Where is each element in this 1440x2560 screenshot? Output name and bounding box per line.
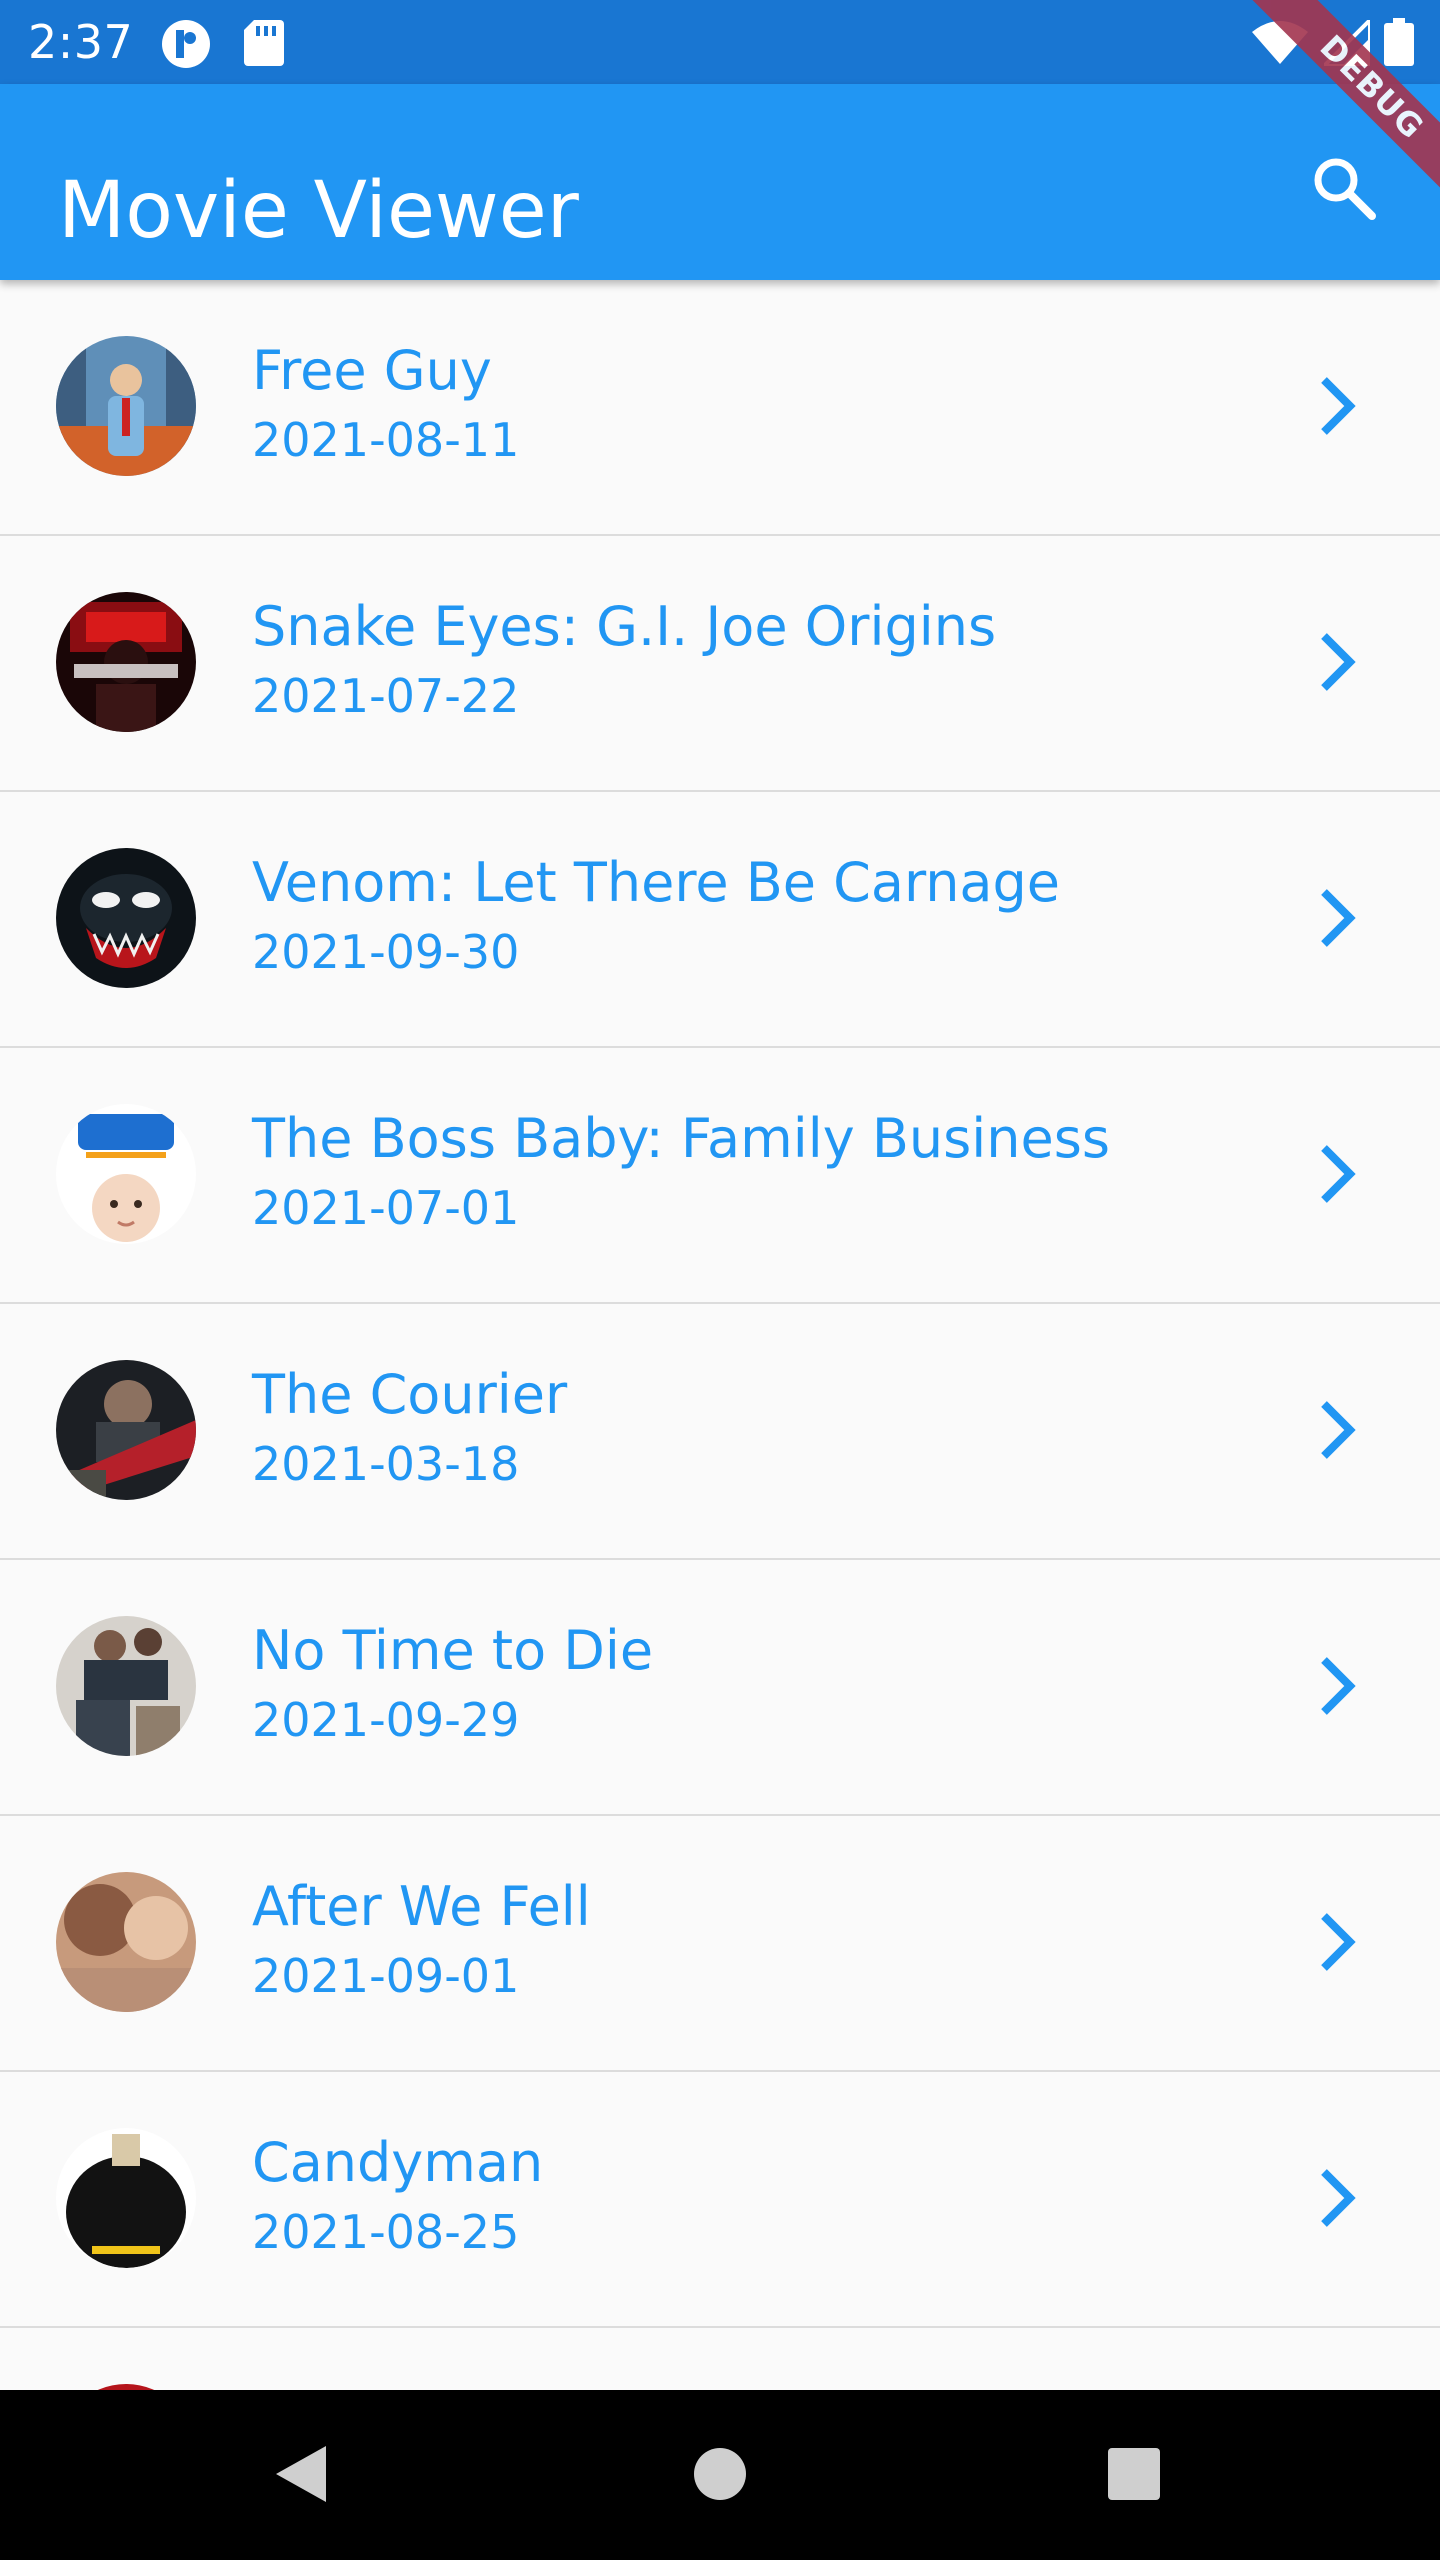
page-title: Movie Viewer <box>58 166 579 256</box>
movie-title: Snake Eyes: G.I. Joe Origins <box>252 595 997 658</box>
list-item[interactable]: No Time to Die 2021-09-29 <box>0 1560 1440 1816</box>
chevron-right-icon <box>1321 889 1356 947</box>
movie-title: No Time to Die <box>252 1619 654 1682</box>
search-button[interactable] <box>1296 140 1392 236</box>
nav-recents-button[interactable] <box>1094 2434 1174 2514</box>
search-icon <box>1314 158 1376 220</box>
movie-list: Free Guy 2021-08-11 Snake Eyes: G.I. Joe… <box>0 280 1440 2390</box>
app-notification-icon <box>162 20 210 68</box>
movie-poster-avatar <box>56 1872 196 2012</box>
list-item[interactable]: Candyman 2021-08-25 <box>0 2072 1440 2328</box>
chevron-right-icon <box>1321 1401 1356 1459</box>
movie-release-date: 2021-09-30 <box>252 925 520 979</box>
list-item[interactable]: The Courier 2021-03-18 <box>0 1304 1440 1560</box>
chevron-right-icon <box>1321 633 1356 691</box>
movie-release-date: 2021-09-01 <box>252 1949 520 2003</box>
status-bar: 2:37 <box>0 0 1440 84</box>
chevron-right-icon <box>1321 1145 1356 1203</box>
chevron-right-icon <box>1321 1913 1356 1971</box>
list-item[interactable]: Venom: Let There Be Carnage 2021-09-30 <box>0 792 1440 1048</box>
chevron-right-icon <box>1321 377 1356 435</box>
battery-icon <box>1384 18 1414 66</box>
movie-release-date: 2021-07-01 <box>252 1181 520 1235</box>
movie-title: Free Guy <box>252 339 492 402</box>
chevron-right-icon <box>1321 1657 1356 1715</box>
movie-release-date: 2021-08-11 <box>252 413 520 467</box>
list-item[interactable]: The Boss Baby: Family Business 2021-07-0… <box>0 1048 1440 1304</box>
status-time: 2:37 <box>28 15 134 69</box>
sd-card-icon <box>244 20 284 66</box>
movie-poster-avatar <box>56 1104 196 1244</box>
movie-poster-avatar <box>56 592 196 732</box>
cell-signal-icon <box>1324 20 1370 66</box>
movie-release-date: 2021-07-22 <box>252 669 520 723</box>
movie-release-date: 2021-09-29 <box>252 1693 520 1747</box>
home-circle-icon <box>694 2448 746 2500</box>
app-bar: Movie Viewer <box>0 84 1440 280</box>
movie-poster-avatar <box>56 1360 196 1500</box>
wifi-icon <box>1252 21 1308 64</box>
nav-home-button[interactable] <box>680 2434 760 2514</box>
chevron-right-icon <box>1321 2169 1356 2227</box>
system-nav-bar <box>0 2390 1440 2560</box>
list-item[interactable] <box>0 2328 1440 2390</box>
back-triangle-icon <box>276 2446 326 2502</box>
movie-title: Venom: Let There Be Carnage <box>252 851 1061 914</box>
nav-back-button[interactable] <box>260 2434 340 2514</box>
recents-square-icon <box>1108 2448 1160 2500</box>
movie-title: Candyman <box>252 2131 544 2194</box>
movie-title: The Courier <box>252 1363 568 1426</box>
movie-release-date: 2021-08-25 <box>252 2205 520 2259</box>
movie-poster-avatar <box>56 2128 196 2268</box>
movie-title: After We Fell <box>252 1875 591 1938</box>
list-item[interactable]: Free Guy 2021-08-11 <box>0 280 1440 536</box>
movie-poster-avatar <box>56 336 196 476</box>
movie-release-date: 2021-03-18 <box>252 1437 520 1491</box>
movie-poster-avatar <box>56 848 196 988</box>
list-item[interactable]: Snake Eyes: G.I. Joe Origins 2021-07-22 <box>0 536 1440 792</box>
movie-poster-avatar <box>56 1616 196 1756</box>
list-item[interactable]: After We Fell 2021-09-01 <box>0 1816 1440 2072</box>
movie-title: The Boss Baby: Family Business <box>252 1107 1110 1170</box>
